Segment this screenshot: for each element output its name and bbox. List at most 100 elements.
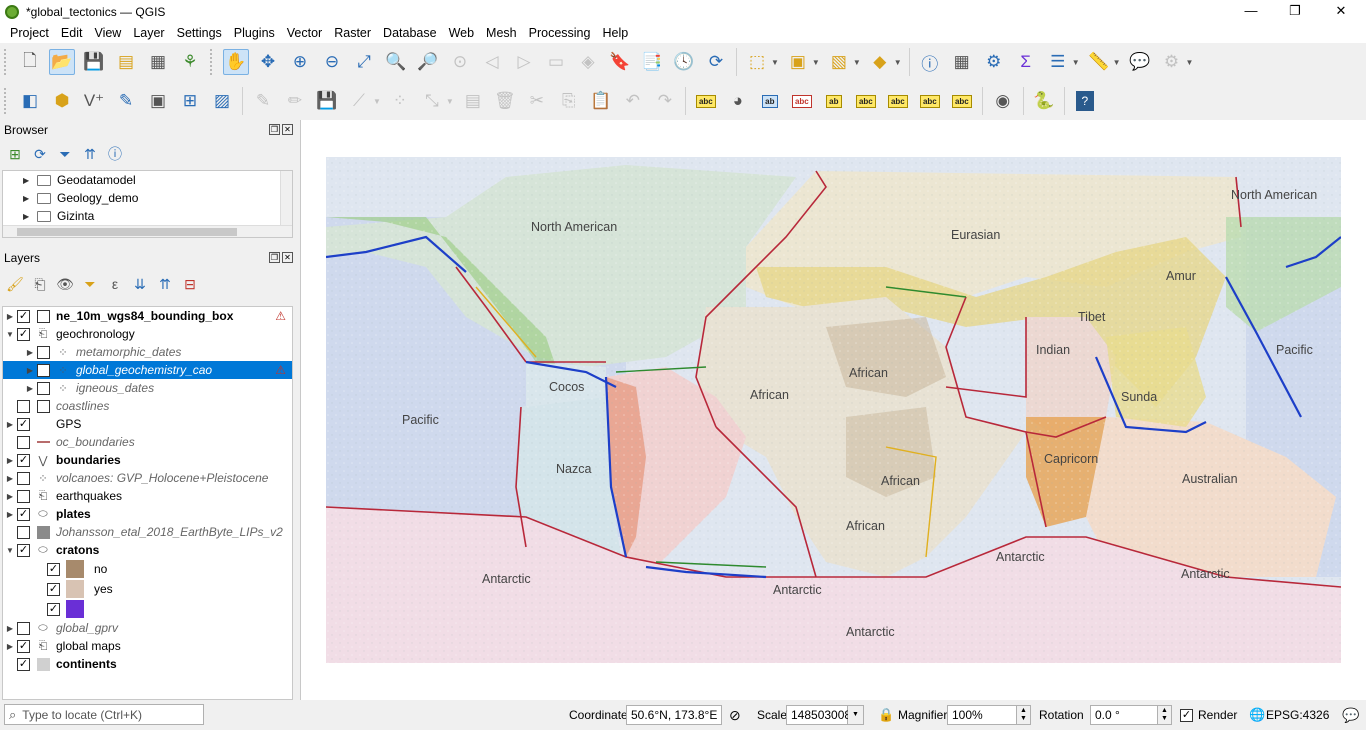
current-edits-icon[interactable]: ✎	[250, 88, 276, 114]
undo-icon[interactable]: ↶	[620, 88, 646, 114]
pan-icon[interactable]: ✋	[223, 49, 249, 75]
layout-manager-icon[interactable]: ▦	[145, 49, 171, 75]
expand-toggle-icon[interactable]: ▶	[23, 366, 37, 375]
layer-row[interactable]: ▶ ✓ ⎗ global maps	[3, 637, 292, 655]
layer-labeling-icon[interactable]: abc	[693, 88, 719, 114]
deselect-all-icon[interactable]: ▧	[826, 49, 852, 75]
select-by-value-icon[interactable]: ▣	[785, 49, 811, 75]
expand-toggle-icon[interactable]: ▶	[3, 474, 17, 483]
browser-item[interactable]: ▶ Geodatamodel	[3, 171, 292, 189]
toggle-editing-icon[interactable]: ✏	[282, 88, 308, 114]
warning-icon[interactable]: ⚠	[275, 363, 286, 377]
menu-plugins[interactable]: Plugins	[228, 26, 281, 40]
minimize-button[interactable]: —	[1228, 0, 1274, 23]
layer-visibility-checkbox[interactable]: ✓	[17, 507, 30, 521]
menu-vector[interactable]: Vector	[281, 26, 328, 40]
layer-visibility-checkbox[interactable]	[17, 621, 30, 635]
delete-selected-icon[interactable]: 🗑	[492, 88, 518, 114]
show-bookmarks-icon[interactable]: 📑	[639, 49, 665, 75]
manage-map-themes-icon[interactable]: 👁	[54, 274, 76, 294]
new-project-icon[interactable]: 🗋	[17, 49, 43, 75]
python-console-icon[interactable]: 🐍	[1031, 88, 1057, 114]
mapswipe-icon[interactable]: ◉	[990, 88, 1016, 114]
statistical-summary-icon[interactable]: Σ	[1013, 49, 1039, 75]
add-selected-layers-icon[interactable]: ⊞	[4, 144, 26, 164]
rotation-spinner[interactable]: ▲ ▼	[1158, 705, 1172, 725]
close-button[interactable]: ✕	[1318, 0, 1364, 23]
layer-row[interactable]: ▶ ✓ ⋁ boundaries	[3, 451, 292, 469]
menu-mesh[interactable]: Mesh	[480, 26, 523, 40]
layer-visibility-checkbox[interactable]: ✓	[17, 657, 30, 671]
layer-visibility-checkbox[interactable]	[37, 363, 50, 377]
menu-view[interactable]: View	[88, 26, 127, 40]
collapse-layers-icon[interactable]: ⇈	[154, 274, 176, 294]
menu-help[interactable]: Help	[596, 26, 634, 40]
locator-input[interactable]: Type to locate (Ctrl+K)	[22, 708, 142, 722]
legend-checkbox[interactable]: ✓	[47, 582, 60, 596]
temporal-controller-icon[interactable]: 🕓	[671, 49, 697, 75]
layer-row[interactable]: ▶ ⁘ global_geochemistry_cao ⚠	[3, 361, 292, 379]
identify-icon[interactable]: ⓘ	[917, 49, 943, 75]
expand-toggle-icon[interactable]: ▶	[3, 420, 17, 429]
show-hide-labels-icon[interactable]: abc	[853, 88, 879, 114]
save-edits-icon[interactable]: 💾	[314, 88, 340, 114]
layer-visibility-checkbox[interactable]: ✓	[17, 417, 30, 431]
layer-row[interactable]: ▶ ⁘ metamorphic_dates	[3, 343, 292, 361]
browser-item[interactable]: ▶ Gizinta	[3, 207, 292, 225]
settings-disabled-icon[interactable]: ⚙	[1159, 49, 1185, 75]
select-features-icon[interactable]: ⬚	[744, 49, 770, 75]
menu-settings[interactable]: Settings	[171, 26, 228, 40]
rotate-label-icon[interactable]: abc	[917, 88, 943, 114]
close-panel-icon[interactable]: ✕	[282, 124, 293, 135]
layer-visibility-checkbox[interactable]: ✓	[17, 453, 30, 467]
toolbar-grip[interactable]	[4, 49, 10, 75]
layer-visibility-checkbox[interactable]: ✓	[17, 309, 30, 323]
highlight-pinned-labels-icon[interactable]: ab	[757, 88, 783, 114]
expand-toggle-icon[interactable]: ▼	[3, 330, 17, 339]
redo-icon[interactable]: ↷	[652, 88, 678, 114]
remove-layer-icon[interactable]: ⊟	[179, 274, 201, 294]
layer-row[interactable]: coastlines	[3, 397, 292, 415]
toggle-label-display-icon[interactable]: abc	[789, 88, 815, 114]
layer-visibility-checkbox[interactable]	[17, 525, 30, 539]
legend-item[interactable]: ✓ yes	[3, 579, 292, 599]
layer-row[interactable]: ▶ ⁘ igneous_dates	[3, 379, 292, 397]
expand-toggle-icon[interactable]: ▶	[23, 348, 37, 357]
expand-toggle-icon[interactable]: ▼	[3, 546, 17, 555]
layer-visibility-checkbox[interactable]	[37, 381, 50, 395]
zoom-native-icon[interactable]: ⊙	[447, 49, 473, 75]
layer-row[interactable]: ▼ ✓ ⎗ geochronology	[3, 325, 292, 343]
layer-row[interactable]: ▶ ⎗ earthquakes	[3, 487, 292, 505]
new-mesh-layer-icon[interactable]: ▨	[209, 88, 235, 114]
render-checkbox[interactable]: ✓	[1180, 708, 1193, 722]
map-tips-icon[interactable]: 💬	[1127, 49, 1153, 75]
digitize-icon[interactable]: ⟋	[346, 88, 372, 114]
toolbar-grip[interactable]	[210, 49, 216, 75]
save-project-icon[interactable]: 💾	[81, 49, 107, 75]
float-panel-icon[interactable]: ❐	[269, 124, 280, 135]
coordinate-toggle-icon[interactable]: ⊘	[729, 705, 741, 725]
filter-browser-icon[interactable]: ⏷	[54, 144, 76, 164]
zoom-in-icon[interactable]: ⊕	[287, 49, 313, 75]
rotation-field[interactable]: 0.0 °	[1090, 705, 1158, 725]
layer-visibility-checkbox[interactable]: ✓	[17, 327, 30, 341]
layer-visibility-checkbox[interactable]: ✓	[17, 543, 30, 557]
layer-row[interactable]: ▶ ⁘ volcanoes: GVP_Holocene+Pleistocene	[3, 469, 292, 487]
menu-layer[interactable]: Layer	[127, 26, 170, 40]
layer-visibility-checkbox[interactable]	[37, 345, 50, 359]
expand-toggle-icon[interactable]: ▶	[23, 384, 37, 393]
zoom-to-selection-icon[interactable]: 🔍	[383, 49, 409, 75]
browser-horizontal-scrollbar[interactable]	[3, 225, 292, 237]
expand-toggle-icon[interactable]: ▶	[3, 456, 17, 465]
layer-tree[interactable]: ▶ ✓ ne_10m_wgs84_bounding_box ⚠ ▼ ✓ ⎗ geochrono…	[2, 306, 293, 700]
expand-all-icon[interactable]: ⇊	[129, 274, 151, 294]
layer-visibility-checkbox[interactable]	[17, 399, 30, 413]
layer-row[interactable]: ✓ continents	[3, 655, 292, 673]
help-icon[interactable]: ?	[1072, 88, 1098, 114]
legend-checkbox[interactable]: ✓	[47, 562, 60, 576]
layer-row[interactable]: oc_boundaries	[3, 433, 292, 451]
new-virtual-layer-icon[interactable]: ⊞	[177, 88, 203, 114]
data-source-manager-icon[interactable]: ◧	[17, 88, 43, 114]
crs-button[interactable]: EPSG:4326	[1266, 705, 1329, 725]
diagram-options-icon[interactable]: ◕	[725, 88, 751, 114]
